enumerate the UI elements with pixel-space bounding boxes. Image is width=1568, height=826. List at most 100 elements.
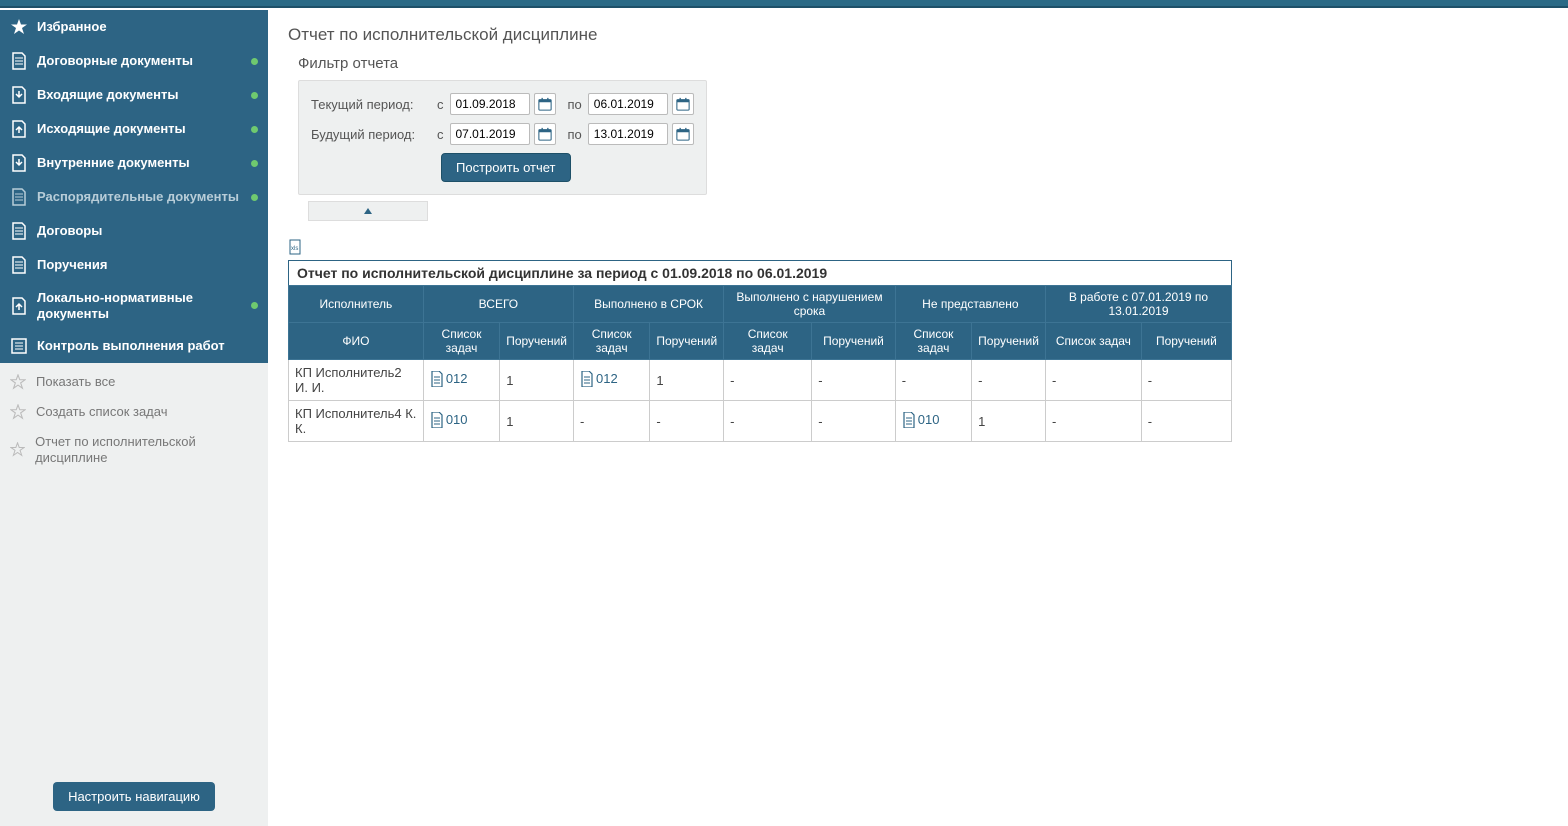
extra-item-0[interactable]: Показать все	[0, 367, 268, 397]
data-cell: -	[1141, 360, 1231, 401]
star-outline-icon	[10, 404, 26, 420]
column-header: Поручений	[500, 323, 574, 360]
star-outline-icon	[10, 374, 26, 390]
list-icon	[10, 337, 28, 355]
sidebar-item-label: Исходящие документы	[37, 121, 186, 137]
current-to-input[interactable]	[588, 93, 668, 115]
collapse-filter-button[interactable]	[308, 201, 428, 221]
column-header: ФИО	[289, 323, 424, 360]
doc-in-icon	[10, 154, 28, 172]
notification-dot-icon	[251, 160, 258, 167]
data-cell: 010	[895, 401, 971, 442]
future-from-input[interactable]	[450, 123, 530, 145]
sidebar-item-1[interactable]: Договорные документы	[0, 44, 268, 78]
doc-icon	[10, 256, 28, 274]
extra-item-label: Создать список задач	[36, 404, 168, 420]
current-period-label: Текущий период:	[311, 97, 431, 112]
column-header: Список задач	[423, 323, 499, 360]
task-list-link[interactable]: 012	[430, 371, 468, 387]
column-group-header: ВСЕГО	[423, 286, 573, 323]
page-title: Отчет по исполнительской дисциплине	[288, 25, 1548, 45]
extra-item-label: Отчет по исполнительской дисциплине	[35, 434, 258, 465]
configure-navigation-button[interactable]: Настроить навигацию	[53, 782, 215, 811]
sidebar-item-label: Внутренние документы	[37, 155, 190, 171]
calendar-icon[interactable]	[534, 123, 556, 145]
table-row: КП Исполнитель2 И. И.01210121------	[289, 360, 1232, 401]
column-group-header: Выполнено с нарушением срока	[724, 286, 896, 323]
filter-title: Фильтр отчета	[298, 55, 1548, 72]
export-xls-icon[interactable]: xls	[288, 239, 1548, 258]
notification-dot-icon	[251, 126, 258, 133]
column-header: Список задач	[1045, 323, 1141, 360]
to-sep: по	[568, 127, 582, 142]
column-header: Список задач	[895, 323, 971, 360]
sidebar-item-3[interactable]: Исходящие документы	[0, 112, 268, 146]
sidebar-item-9[interactable]: Контроль выполнения работ	[0, 329, 268, 363]
data-cell: 1	[972, 401, 1046, 442]
main-content: Отчет по исполнительской дисциплине Филь…	[268, 10, 1568, 826]
column-group-header: Не представлено	[895, 286, 1045, 323]
sidebar-item-5[interactable]: Распорядительные документы	[0, 180, 268, 214]
column-header: Поручений	[972, 323, 1046, 360]
extra-item-1[interactable]: Создать список задач	[0, 397, 268, 427]
data-cell: 012	[573, 360, 649, 401]
fio-cell: КП Исполнитель4 К. К.	[289, 401, 424, 442]
sidebar-item-8[interactable]: Локально-нормативные документы	[0, 282, 268, 329]
doc-icon	[10, 188, 28, 206]
column-header: Поручений	[812, 323, 896, 360]
sidebar-item-label: Поручения	[37, 257, 108, 273]
data-cell: 1	[650, 360, 724, 401]
sidebar-item-label: Договорные документы	[37, 53, 193, 69]
notification-dot-icon	[251, 92, 258, 99]
task-list-link[interactable]: 012	[580, 371, 618, 387]
doc-out-icon	[10, 297, 28, 315]
calendar-icon[interactable]	[672, 123, 694, 145]
task-list-link[interactable]: 010	[902, 412, 940, 428]
current-from-input[interactable]	[450, 93, 530, 115]
future-period-label: Будущий период:	[311, 127, 431, 142]
extra-item-label: Показать все	[36, 374, 115, 390]
data-cell: -	[1141, 401, 1231, 442]
sidebar-item-label: Распорядительные документы	[37, 189, 239, 205]
data-cell: -	[1045, 360, 1141, 401]
sidebar: Избранное Договорные документы Входящие до…	[0, 10, 268, 826]
extra-item-2[interactable]: Отчет по исполнительской дисциплине	[0, 427, 268, 472]
sidebar-item-label: Входящие документы	[37, 87, 178, 103]
star-outline-icon	[10, 442, 25, 458]
sidebar-item-6[interactable]: Договоры	[0, 214, 268, 248]
star-icon	[10, 18, 28, 36]
table-row: КП Исполнитель4 К. К.0101----0101--	[289, 401, 1232, 442]
sidebar-item-0[interactable]: Избранное	[0, 10, 268, 44]
notification-dot-icon	[251, 194, 258, 201]
sidebar-item-4[interactable]: Внутренние документы	[0, 146, 268, 180]
sidebar-item-label: Контроль выполнения работ	[37, 338, 225, 354]
data-cell: 010	[423, 401, 499, 442]
filter-box: Текущий период: с по Будущий период: с п…	[298, 80, 707, 195]
data-cell: -	[724, 401, 812, 442]
data-cell: -	[724, 360, 812, 401]
sidebar-item-2[interactable]: Входящие документы	[0, 78, 268, 112]
data-cell: -	[895, 360, 971, 401]
svg-text:xls: xls	[291, 246, 298, 252]
column-header: Список задач	[724, 323, 812, 360]
doc-out-icon	[10, 120, 28, 138]
doc-icon	[10, 52, 28, 70]
from-sep: с	[437, 127, 444, 142]
fio-cell: КП Исполнитель2 И. И.	[289, 360, 424, 401]
calendar-icon[interactable]	[534, 93, 556, 115]
doc-in-icon	[10, 86, 28, 104]
column-header: Поручений	[1141, 323, 1231, 360]
data-cell: -	[972, 360, 1046, 401]
calendar-icon[interactable]	[672, 93, 694, 115]
data-cell: 1	[500, 360, 574, 401]
build-report-button[interactable]: Построить отчет	[441, 153, 571, 182]
to-sep: по	[568, 97, 582, 112]
sidebar-item-7[interactable]: Поручения	[0, 248, 268, 282]
data-cell: 012	[423, 360, 499, 401]
future-to-input[interactable]	[588, 123, 668, 145]
column-group-header: В работе с 07.01.2019 по 13.01.2019	[1045, 286, 1231, 323]
doc-icon	[10, 222, 28, 240]
data-cell: -	[650, 401, 724, 442]
column-group-header: Исполнитель	[289, 286, 424, 323]
task-list-link[interactable]: 010	[430, 412, 468, 428]
